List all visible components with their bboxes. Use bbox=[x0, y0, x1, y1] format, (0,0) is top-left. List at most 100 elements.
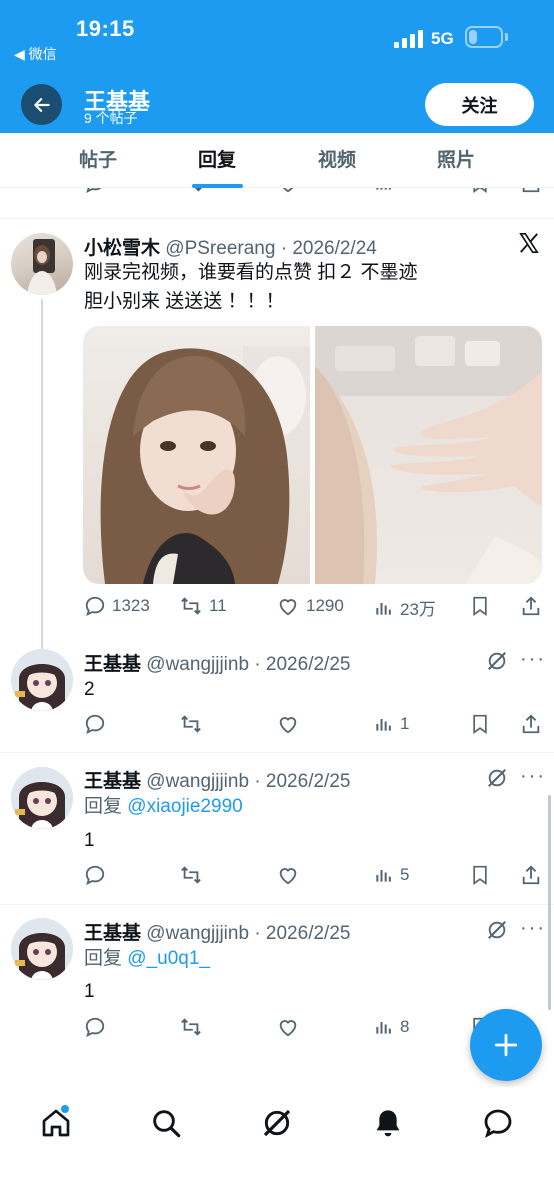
share-button[interactable] bbox=[520, 864, 542, 886]
views-button[interactable]: 1 bbox=[374, 713, 409, 735]
reply-button[interactable] bbox=[84, 864, 106, 886]
post-text: 1 bbox=[84, 981, 95, 1002]
more-options-icon[interactable]: ··· bbox=[520, 648, 546, 671]
repost-button[interactable] bbox=[179, 1016, 203, 1038]
divider bbox=[0, 752, 554, 753]
avatar-image bbox=[27, 239, 57, 295]
views-count: 1 bbox=[400, 714, 410, 733]
notifications-icon[interactable] bbox=[372, 1107, 404, 1139]
post-date[interactable]: 2026/2/25 bbox=[266, 771, 351, 792]
views-button[interactable]: 8 bbox=[374, 1016, 409, 1038]
post-text: 2 bbox=[84, 679, 95, 700]
reply-button[interactable]: 1323 bbox=[84, 595, 150, 617]
like-button[interactable] bbox=[276, 1016, 300, 1038]
repost-button[interactable] bbox=[179, 864, 203, 886]
post-date[interactable]: 2026/2/24 bbox=[292, 238, 377, 259]
repost-icon bbox=[181, 597, 201, 615]
arrow-left-icon bbox=[33, 97, 50, 112]
bookmark-button[interactable] bbox=[470, 595, 490, 617]
post-date[interactable]: 2026/2/25 bbox=[266, 654, 351, 675]
profile-header: 19:15 ◀ 微信 5G 25 王基基 9 个帖子 关注 bbox=[0, 0, 554, 133]
grok-icon[interactable] bbox=[261, 1107, 293, 1139]
grok-icon[interactable] bbox=[486, 767, 508, 789]
more-options-icon[interactable]: ··· bbox=[520, 917, 546, 940]
back-to-app-link[interactable]: ◀ 微信 bbox=[14, 44, 57, 64]
bottom-navigation bbox=[0, 1087, 554, 1200]
tab-posts[interactable]: 帖子 bbox=[53, 133, 143, 188]
messages-icon[interactable] bbox=[482, 1107, 514, 1139]
mention-link[interactable]: @xiaojie2990 bbox=[127, 796, 242, 817]
tab-photos[interactable]: 照片 bbox=[411, 133, 501, 188]
repost-count: 11 bbox=[209, 596, 227, 615]
avatar[interactable] bbox=[11, 233, 73, 295]
repost-icon bbox=[181, 866, 201, 884]
post-header: 王基基 @wangjjjinb · 2026/2/25 bbox=[84, 918, 350, 945]
media-image-hand[interactable] bbox=[315, 326, 542, 584]
repost-button[interactable]: 11 bbox=[179, 595, 227, 617]
share-icon bbox=[522, 714, 540, 734]
share-icon bbox=[522, 596, 540, 616]
plus-icon bbox=[494, 1033, 518, 1057]
reply-icon bbox=[85, 1017, 105, 1037]
media-image-portrait[interactable] bbox=[83, 326, 310, 584]
author-name[interactable]: 王基基 bbox=[84, 771, 141, 792]
views-button[interactable]: 5 bbox=[374, 864, 409, 886]
reply-context: 回复 @xiaojie2990 bbox=[84, 792, 243, 821]
status-time: 19:15 bbox=[76, 16, 135, 41]
heart-icon bbox=[279, 868, 297, 885]
share-button[interactable] bbox=[520, 713, 542, 735]
reply-button[interactable] bbox=[84, 1016, 106, 1038]
dot-separator: · bbox=[254, 654, 261, 675]
bookmark-button[interactable] bbox=[470, 713, 490, 735]
divider bbox=[0, 218, 554, 219]
post-text: 刚录完视频，谁要看的点赞 扣２ 不墨迹 胆小别来 送送送 ！！！ bbox=[84, 258, 418, 316]
repost-icon bbox=[181, 1018, 201, 1036]
post-text-line: 胆小别来 送送送 ！！！ bbox=[84, 291, 285, 312]
follow-button[interactable]: 关注 bbox=[425, 83, 534, 126]
like-button[interactable] bbox=[276, 864, 300, 886]
share-button[interactable] bbox=[520, 595, 542, 617]
bookmark-icon bbox=[473, 714, 487, 734]
back-button[interactable] bbox=[21, 84, 62, 125]
author-name[interactable]: 王基基 bbox=[84, 923, 141, 944]
author-name[interactable]: 王基基 bbox=[84, 654, 141, 675]
like-button[interactable]: 1290 bbox=[276, 595, 344, 617]
author-handle[interactable]: @wangjjjinb bbox=[146, 654, 249, 675]
repost-button[interactable] bbox=[179, 713, 203, 735]
repost-icon bbox=[181, 715, 201, 733]
reply-button[interactable] bbox=[84, 713, 106, 735]
avatar[interactable] bbox=[11, 767, 73, 829]
like-button[interactable] bbox=[276, 713, 300, 735]
avatar[interactable] bbox=[11, 918, 73, 980]
photo-content bbox=[100, 346, 310, 584]
compose-button[interactable] bbox=[470, 1009, 542, 1081]
reply-icon bbox=[85, 596, 105, 616]
more-options-icon[interactable]: ··· bbox=[520, 765, 546, 788]
search-icon[interactable] bbox=[150, 1107, 182, 1139]
grok-icon[interactable] bbox=[486, 919, 508, 941]
tab-replies[interactable]: 回复 bbox=[172, 133, 262, 188]
views-icon bbox=[376, 602, 391, 615]
post-date[interactable]: 2026/2/25 bbox=[266, 923, 351, 944]
author-name[interactable]: 小松雪木 bbox=[84, 238, 160, 259]
views-icon bbox=[376, 1022, 391, 1034]
views-button[interactable]: 23万 bbox=[374, 595, 436, 620]
mention-link[interactable]: @_u0q1_ bbox=[127, 948, 210, 969]
heart-icon bbox=[279, 1020, 297, 1037]
bookmark-button[interactable] bbox=[470, 864, 490, 886]
avatar-image bbox=[11, 918, 73, 980]
post-text: 1 bbox=[84, 830, 95, 851]
unread-dot bbox=[61, 1105, 69, 1113]
author-handle[interactable]: @wangjjjinb bbox=[146, 923, 249, 944]
battery-percent: 25 bbox=[476, 29, 492, 45]
scrollbar[interactable] bbox=[548, 795, 551, 1010]
author-handle[interactable]: @PSreerang bbox=[165, 238, 275, 259]
tab-videos[interactable]: 视频 bbox=[292, 133, 382, 188]
post-header: 王基基 @wangjjjinb · 2026/2/25 bbox=[84, 766, 350, 793]
views-count: 23万 bbox=[400, 600, 436, 619]
divider bbox=[0, 904, 554, 905]
share-icon bbox=[522, 865, 540, 885]
grok-icon[interactable] bbox=[486, 650, 508, 672]
author-handle[interactable]: @wangjjjinb bbox=[146, 771, 249, 792]
avatar[interactable] bbox=[11, 649, 73, 711]
